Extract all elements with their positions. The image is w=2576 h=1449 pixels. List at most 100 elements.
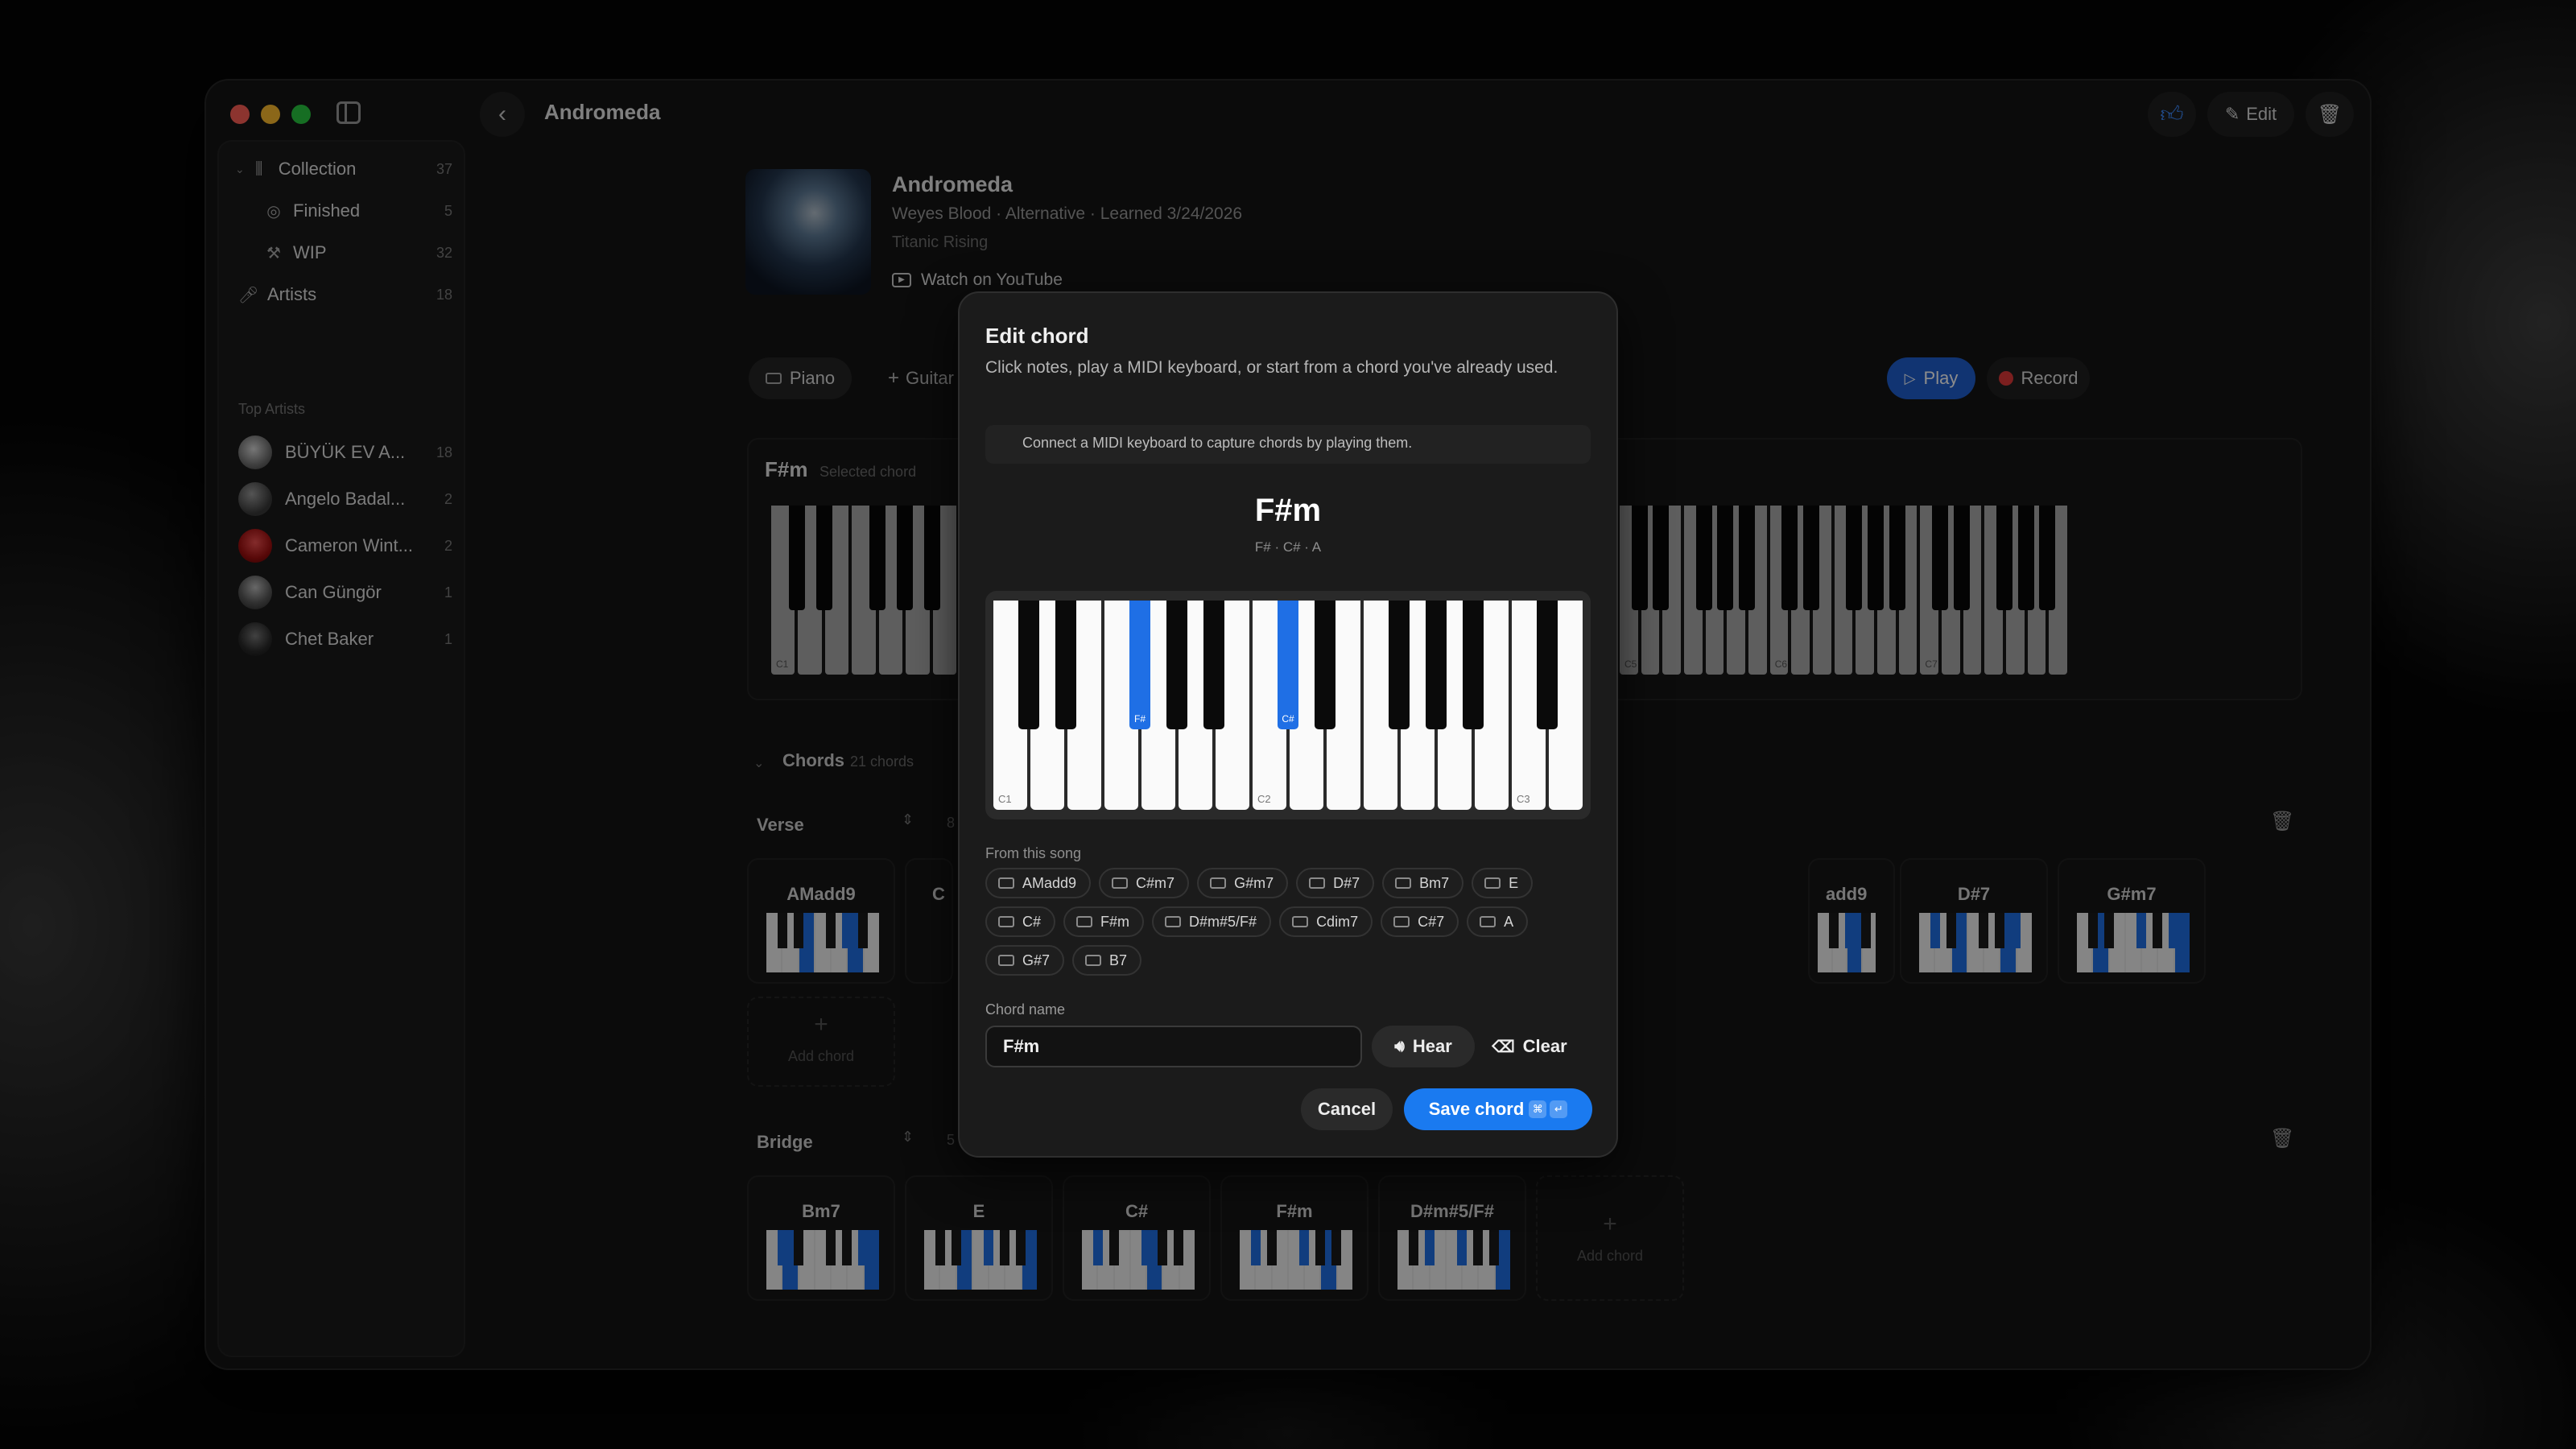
chord-chip[interactable]: AMadd9 bbox=[985, 868, 1092, 898]
artist-item[interactable]: Chet Baker 1 bbox=[238, 620, 452, 658]
chord-chip[interactable]: C#7 bbox=[1381, 906, 1459, 937]
save-chord-button[interactable]: Save chord ⌘ ↵ bbox=[1404, 1088, 1592, 1130]
chord-name-input[interactable] bbox=[985, 1026, 1362, 1067]
chord-chip[interactable]: E bbox=[1472, 868, 1534, 898]
hear-button[interactable]: 🔊︎ Hear bbox=[1372, 1026, 1475, 1067]
plus-icon: + bbox=[814, 1011, 828, 1038]
chord-card[interactable]: G#m7 bbox=[2058, 858, 2206, 984]
piano-black-key[interactable] bbox=[1426, 601, 1447, 729]
artist-item[interactable]: Angelo Badal... 2 bbox=[238, 480, 452, 518]
piano-black-key[interactable] bbox=[1166, 601, 1187, 729]
chord-chip[interactable]: B7 bbox=[1072, 945, 1142, 976]
chord-card[interactable]: add9 bbox=[1808, 858, 1895, 984]
play-button[interactable]: ▷ Play bbox=[1887, 357, 1975, 399]
piano-icon bbox=[1112, 877, 1129, 889]
piano-black-key[interactable] bbox=[1018, 601, 1039, 729]
sidebar-item-wip[interactable]: ⚒ WIP 32 bbox=[264, 237, 452, 269]
chevron-down-icon: ⌄ bbox=[235, 162, 245, 175]
piano-icon bbox=[1484, 877, 1501, 889]
pencil-icon: ✎ bbox=[2224, 104, 2240, 124]
sidebar-item-finished[interactable]: ◎ Finished 5 bbox=[264, 195, 452, 227]
avatar bbox=[238, 529, 272, 563]
artist-item[interactable]: BÜYÜK EV A... 18 bbox=[238, 433, 452, 472]
chord-chip[interactable]: Cdim7 bbox=[1279, 906, 1373, 937]
piano-icon bbox=[1393, 916, 1410, 927]
close-window-button[interactable] bbox=[230, 105, 250, 124]
sidebar-item-artists[interactable]: 🎤︎ Artists 18 bbox=[238, 279, 452, 311]
trash-icon[interactable]: 🗑︎ bbox=[2270, 1127, 2294, 1150]
chord-card[interactable]: D#m#5/F# bbox=[1378, 1175, 1526, 1301]
chord-card[interactable]: Bm7 bbox=[747, 1175, 895, 1301]
selected-chord-keyboard-left[interactable]: C1 bbox=[771, 506, 956, 675]
chord-chip[interactable]: G#7 bbox=[985, 945, 1065, 976]
chord-chip[interactable]: G#m7 bbox=[1197, 868, 1289, 898]
verse-section-title: Verse bbox=[757, 815, 804, 835]
artist-item[interactable]: Can Güngör 1 bbox=[238, 573, 452, 612]
check-circle-icon: ◎ bbox=[266, 202, 281, 221]
sidebar-item-collection[interactable]: ⌄ ⫼ Collection 37 bbox=[235, 153, 452, 185]
watch-youtube-link[interactable]: ▶ Watch on YouTube bbox=[892, 270, 1063, 290]
piano-black-key[interactable] bbox=[1315, 601, 1335, 729]
microphone-icon: 🎤︎ bbox=[238, 286, 259, 304]
reorder-icon[interactable]: ⇕ bbox=[902, 811, 914, 828]
plus-icon: + bbox=[1603, 1211, 1617, 1237]
chord-chip[interactable]: D#m#5/F# bbox=[1152, 906, 1272, 937]
reorder-icon[interactable]: ⇕ bbox=[902, 1129, 914, 1146]
chord-display: F#m bbox=[1254, 493, 1322, 528]
add-chord-button[interactable]: + Add chord bbox=[1536, 1175, 1684, 1301]
mini-keyboard bbox=[1818, 913, 1876, 972]
piano-black-key[interactable] bbox=[1537, 601, 1558, 729]
zoom-window-button[interactable] bbox=[291, 105, 311, 124]
delete-button[interactable]: 🗑︎ bbox=[2306, 92, 2354, 137]
piano-icon bbox=[1210, 877, 1227, 889]
chord-chip[interactable]: C#m7 bbox=[1099, 868, 1190, 898]
tab-piano[interactable]: Piano bbox=[749, 357, 852, 399]
midi-hint: Connect a MIDI keyboard to capture chord… bbox=[985, 425, 1591, 464]
chord-card[interactable]: C# bbox=[1063, 1175, 1211, 1301]
speaker-icon: 🔊︎ bbox=[1394, 1037, 1405, 1055]
mini-keyboard bbox=[1240, 1230, 1352, 1290]
chord-card[interactable]: F#m bbox=[1220, 1175, 1368, 1301]
piano-icon bbox=[765, 373, 782, 384]
window-controls bbox=[230, 105, 311, 124]
chord-card[interactable]: E bbox=[905, 1175, 1053, 1301]
avatar bbox=[238, 576, 272, 609]
cancel-button[interactable]: Cancel bbox=[1301, 1088, 1393, 1130]
piano-black-key[interactable] bbox=[1203, 601, 1224, 729]
clear-button[interactable]: ⌫ Clear bbox=[1484, 1026, 1575, 1067]
chord-card[interactable]: AMadd9 bbox=[747, 858, 895, 984]
artist-item[interactable]: Cameron Wint... 2 bbox=[238, 526, 452, 565]
chord-chip[interactable]: C# bbox=[985, 906, 1056, 937]
piano-black-key[interactable] bbox=[1389, 601, 1410, 729]
piano-black-key[interactable] bbox=[1463, 601, 1484, 729]
selected-chord-keyboard-right[interactable]: C5 C6 C7 bbox=[1620, 506, 2068, 675]
piano-black-key[interactable]: C# bbox=[1278, 601, 1298, 729]
avatar bbox=[238, 436, 272, 469]
piano-black-key[interactable] bbox=[1055, 601, 1076, 729]
piano-icon bbox=[1292, 916, 1309, 927]
chord-chip[interactable]: D#7 bbox=[1296, 868, 1375, 898]
record-button[interactable]: Record bbox=[1987, 357, 2090, 399]
chord-chip[interactable]: A bbox=[1467, 906, 1529, 937]
song-title: Andromeda bbox=[892, 172, 1013, 196]
back-button[interactable]: ‹ bbox=[480, 92, 525, 137]
piano-icon bbox=[998, 955, 1014, 966]
chord-chip[interactable]: Bm7 bbox=[1382, 868, 1464, 898]
add-chord-button[interactable]: + Add chord bbox=[747, 997, 895, 1087]
bridge-count: 5 bbox=[947, 1132, 956, 1148]
like-button[interactable]: 👍︎ bbox=[2148, 92, 2196, 137]
library-icon: ⫼ bbox=[255, 159, 263, 178]
edit-button[interactable]: ✎ Edit bbox=[2207, 92, 2294, 137]
piano-icon bbox=[998, 916, 1014, 927]
chord-card[interactable]: C bbox=[905, 858, 953, 984]
piano-black-key[interactable]: F# bbox=[1129, 601, 1150, 729]
minimize-window-button[interactable] bbox=[261, 105, 280, 124]
return-key-icon: ↵ bbox=[1550, 1100, 1568, 1118]
trash-icon[interactable]: 🗑︎ bbox=[2270, 810, 2294, 833]
sidebar-toggle-icon[interactable] bbox=[336, 101, 361, 124]
chord-card[interactable]: D#7 bbox=[1900, 858, 2048, 984]
avatar bbox=[238, 622, 272, 656]
chord-chip[interactable]: F#m bbox=[1063, 906, 1145, 937]
edit-keyboard[interactable]: C1 C2 C3 F# C# bbox=[985, 591, 1591, 819]
chevron-down-icon[interactable]: ⌄ bbox=[753, 755, 764, 771]
